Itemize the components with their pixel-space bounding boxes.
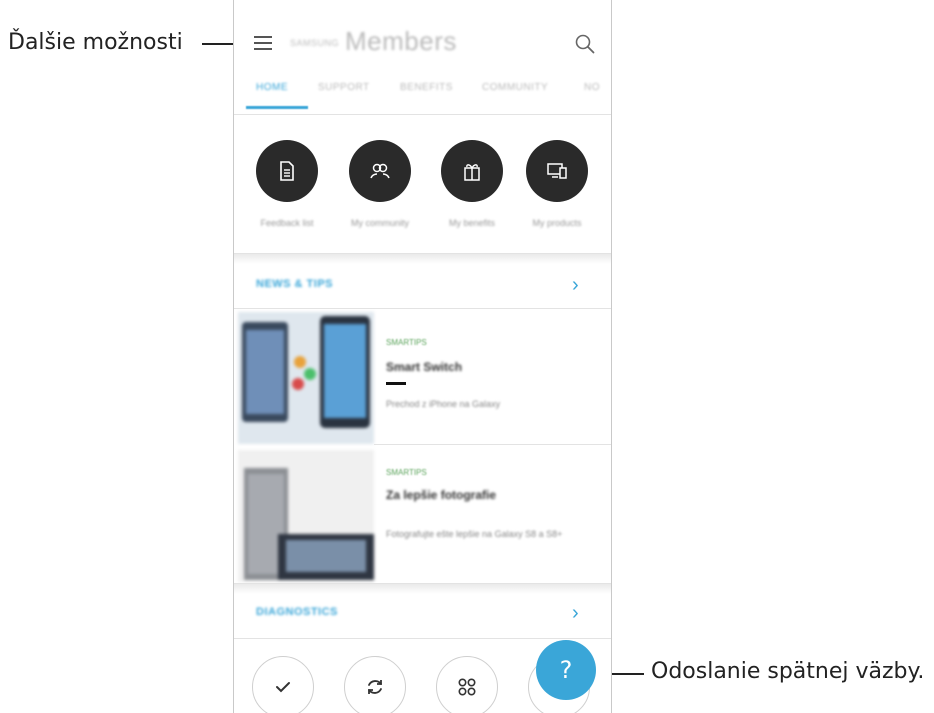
tab-home[interactable]: HOME <box>256 82 288 93</box>
news-thumbnail <box>238 312 374 444</box>
quick-action-my-benefits[interactable]: My benefits <box>441 140 503 228</box>
app-title-text: Members <box>345 26 457 56</box>
tab-benefits[interactable]: BENEFITS <box>400 82 453 93</box>
tab-bar: HOME SUPPORT BENEFITS COMMUNITY NO <box>234 76 611 112</box>
app-brand: SAMSUNG <box>290 38 340 49</box>
divider <box>374 444 611 445</box>
refresh-button[interactable] <box>344 656 406 713</box>
chevron-right-icon: › <box>572 274 579 296</box>
quick-action-label: My products <box>532 218 582 228</box>
tab-support[interactable]: SUPPORT <box>318 82 370 93</box>
headline-accent-bar <box>386 382 406 385</box>
news-section-title: NEWS & TIPS <box>256 278 334 290</box>
callout-more-options: Ďalšie možnosti <box>8 30 183 55</box>
chevron-right-icon: › <box>572 602 579 624</box>
news-thumbnail <box>238 450 374 582</box>
diagnostics-section-header[interactable]: DIAGNOSTICS › <box>234 588 611 638</box>
document-icon <box>256 140 318 202</box>
diagnostics-section-title: DIAGNOSTICS <box>256 606 338 618</box>
divider <box>234 638 611 639</box>
news-card-headline: Za lepšie fotografie <box>386 488 497 502</box>
quick-action-label: Feedback list <box>260 218 314 228</box>
news-card-headline: Smart Switch <box>386 360 463 374</box>
gift-icon <box>441 140 503 202</box>
send-feedback-button[interactable]: ? <box>536 640 596 700</box>
search-icon[interactable] <box>574 33 596 55</box>
apps-grid-icon <box>458 678 476 696</box>
divider <box>234 114 611 115</box>
quick-action-feedback-list[interactable]: Feedback list <box>256 140 318 228</box>
people-icon <box>349 140 411 202</box>
quick-action-my-products[interactable]: My products <box>526 140 588 228</box>
app-bar: SAMSUNG Members <box>234 0 611 84</box>
news-card[interactable]: SMARTIPS Za lepšie fotografie Fotografuj… <box>234 446 611 582</box>
news-card-tag: SMARTIPS <box>386 468 427 477</box>
quick-action-label: My benefits <box>448 218 496 228</box>
tab-community[interactable]: COMMUNITY <box>482 82 548 93</box>
news-card-description: Prechod z iPhone na Galaxy <box>386 399 501 409</box>
callout-send-feedback: Odoslanie spätnej väzby. <box>651 659 925 684</box>
news-card-description: Fotografujte ešte lepšie na Galaxy S8 a … <box>386 529 563 539</box>
check-icon <box>276 682 290 693</box>
apps-button[interactable] <box>436 656 498 713</box>
devices-icon <box>526 140 588 202</box>
news-card-tag: SMARTIPS <box>386 338 427 347</box>
refresh-icon <box>368 680 382 694</box>
menu-icon[interactable] <box>254 34 276 52</box>
active-tab-indicator <box>246 106 308 109</box>
news-section-header[interactable]: NEWS & TIPS › <box>234 260 611 310</box>
phone-screen: SAMSUNG Members HOME SUPPORT BENEFITS COM… <box>233 0 612 713</box>
quick-action-label: My community <box>350 218 409 228</box>
tab-more[interactable]: NO <box>584 82 600 93</box>
app-title: SAMSUNG Members <box>290 26 457 57</box>
check-button[interactable] <box>252 656 314 713</box>
news-card[interactable]: SMARTIPS Smart Switch Prechod z iPhone n… <box>234 308 611 444</box>
quick-action-my-community[interactable]: My community <box>349 140 411 228</box>
